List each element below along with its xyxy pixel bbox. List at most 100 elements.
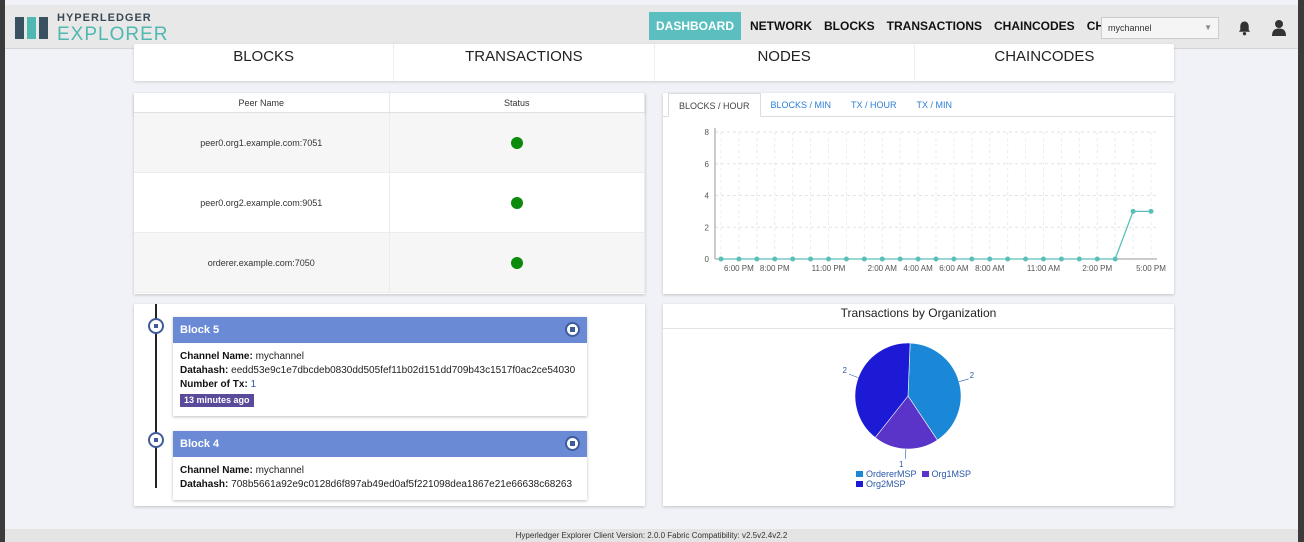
block-icon [565, 436, 580, 451]
data-point [951, 256, 957, 262]
x-tick-label: 6:00 PM [724, 264, 754, 273]
logo-top-text: HYPERLEDGER [57, 11, 152, 24]
stat-chaincodes: CHAINCODES [994, 48, 1095, 65]
stat-blocks: BLOCKS [134, 44, 395, 81]
slice-value-label: 2 [970, 371, 975, 380]
legend-swatch [856, 481, 863, 487]
transactions-pie-chart: 2 1 2 [842, 342, 975, 469]
data-point [933, 256, 939, 262]
data-point [1023, 256, 1029, 262]
x-tick-label: 5:00 PM [1136, 264, 1166, 273]
peer-name-cell: orderer.example.com:7050 [134, 233, 390, 292]
data-point [1148, 208, 1154, 214]
table-row: peer0.org1.example.com:7051 [134, 113, 645, 173]
channel-name-value: mychannel [255, 465, 304, 476]
legend-swatch [921, 471, 929, 477]
data-point [736, 256, 742, 262]
tab-blocks-hour[interactable]: BLOCKS / HOUR [668, 93, 761, 117]
header-status[interactable]: Status [390, 93, 645, 112]
hyperledger-logo[interactable]: HYPERLEDGER EXPLORER [15, 12, 168, 44]
x-tick-label: 8:00 PM [760, 264, 790, 273]
legend-item[interactable]: Org2MSP [856, 479, 906, 489]
channel-name-label: Channel Name: [180, 351, 253, 362]
table-row: orderer.example.com:7050 [134, 233, 645, 293]
data-point [915, 256, 921, 262]
data-point [772, 256, 778, 262]
legend-label: Org2MSP [866, 479, 906, 489]
blocks-chart-card: BLOCKS / HOUR BLOCKS / MIN TX / HOUR TX … [663, 93, 1174, 294]
block-card-body: Channel Name: mychannel Datahash: eedd53… [173, 343, 587, 416]
header-peer-name[interactable]: Peer Name [134, 93, 390, 112]
tab-blocks-min[interactable]: BLOCKS / MIN [761, 93, 842, 116]
y-tick-label: 8 [705, 128, 710, 137]
legend-item[interactable]: Org1MSP [921, 469, 971, 479]
data-point [987, 256, 993, 262]
block-card[interactable]: Block 5 Channel Name: mychannel Datahash… [173, 317, 587, 416]
blocks-timeline: Block 5 Channel Name: mychannel Datahash… [134, 304, 645, 506]
logo-bottom-text: EXPLORER [57, 23, 169, 45]
nav-transactions[interactable]: TRANSACTIONS [881, 12, 988, 40]
nav-chaincodes[interactable]: CHAINCODES [988, 12, 1081, 40]
status-up-icon [510, 136, 523, 149]
tab-tx-min[interactable]: TX / MIN [907, 93, 963, 116]
block-title: Block 5 [180, 324, 220, 336]
status-cell [390, 233, 645, 292]
data-point [754, 256, 760, 262]
table-row: peer0.org2.example.com:9051 [134, 173, 645, 233]
x-tick-label: 8:00 AM [975, 264, 1005, 273]
data-point [1058, 256, 1064, 262]
block-title: Block 4 [180, 438, 220, 450]
nav-dashboard[interactable]: DASHBOARD [649, 12, 741, 40]
user-icon[interactable] [1271, 19, 1287, 36]
x-tick-label: 6:00 AM [939, 264, 969, 273]
peer-table-header: Peer Name Status [134, 93, 645, 113]
data-point [861, 256, 867, 262]
tab-tx-hour[interactable]: TX / HOUR [841, 93, 907, 116]
peer-name-cell: peer0.org2.example.com:9051 [134, 173, 390, 232]
legend-swatch [856, 471, 863, 477]
top-navbar: HYPERLEDGER EXPLORER DASHBOARD NETWORK B… [5, 5, 1298, 49]
x-tick-label: 4:00 AM [903, 264, 933, 273]
timeline-node-icon [148, 318, 164, 334]
x-tick-label: 11:00 AM [1027, 264, 1061, 273]
bell-icon[interactable] [1237, 20, 1252, 36]
scrollbar[interactable] [1298, 0, 1304, 542]
peer-status-table: Peer Name Status peer0.org1.example.com:… [134, 93, 645, 294]
legend-label: OrdererMSP [866, 469, 917, 479]
data-point [843, 256, 849, 262]
x-tick-label: 2:00 PM [1082, 264, 1112, 273]
nav-network[interactable]: NETWORK [744, 12, 818, 40]
y-tick-label: 2 [705, 223, 710, 232]
channel-name-value: mychannel [255, 351, 304, 362]
pie-chart-title: Transactions by Organization [663, 304, 1174, 329]
logo-blocks-icon [15, 15, 51, 41]
status-cell [390, 173, 645, 232]
status-cell [390, 113, 645, 172]
nav-blocks[interactable]: BLOCKS [818, 12, 881, 40]
datahash-label: Datahash: [180, 479, 229, 490]
timeline-node-icon [148, 432, 164, 448]
legend-item[interactable]: OrdererMSP [856, 469, 917, 479]
data-point [790, 256, 796, 262]
block-card-header: Block 4 [173, 431, 587, 457]
channel-select-value: mychannel [1108, 23, 1152, 33]
channel-select[interactable]: mychannel ▼ [1101, 17, 1219, 39]
data-point [1076, 256, 1082, 262]
data-point [1112, 256, 1118, 262]
stats-card: BLOCKS TRANSACTIONS NODES CHAINCODES [134, 44, 1174, 81]
data-point [718, 256, 724, 262]
datahash-value: eedd53e9c1e7dbcdeb0830dd505fef11b02d151d… [231, 365, 576, 376]
status-up-icon [510, 256, 523, 269]
page-canvas: HYPERLEDGER EXPLORER DASHBOARD NETWORK B… [5, 0, 1298, 542]
data-point [1130, 208, 1136, 214]
peer-name-cell: peer0.org1.example.com:7051 [134, 113, 390, 172]
x-tick-label: 2:00 AM [868, 264, 898, 273]
pie-legend: OrdererMSP Org1MSP Org2MSP [856, 469, 1006, 489]
block-card-body: Channel Name: mychannel Datahash: 708b56… [173, 457, 587, 500]
data-point [1094, 256, 1100, 262]
channel-name-label: Channel Name: [180, 465, 253, 476]
block-card[interactable]: Block 4 Channel Name: mychannel Datahash… [173, 431, 587, 500]
y-tick-label: 6 [705, 160, 710, 169]
block-card-header: Block 5 [173, 317, 587, 343]
slice-value-label: 2 [842, 366, 847, 375]
